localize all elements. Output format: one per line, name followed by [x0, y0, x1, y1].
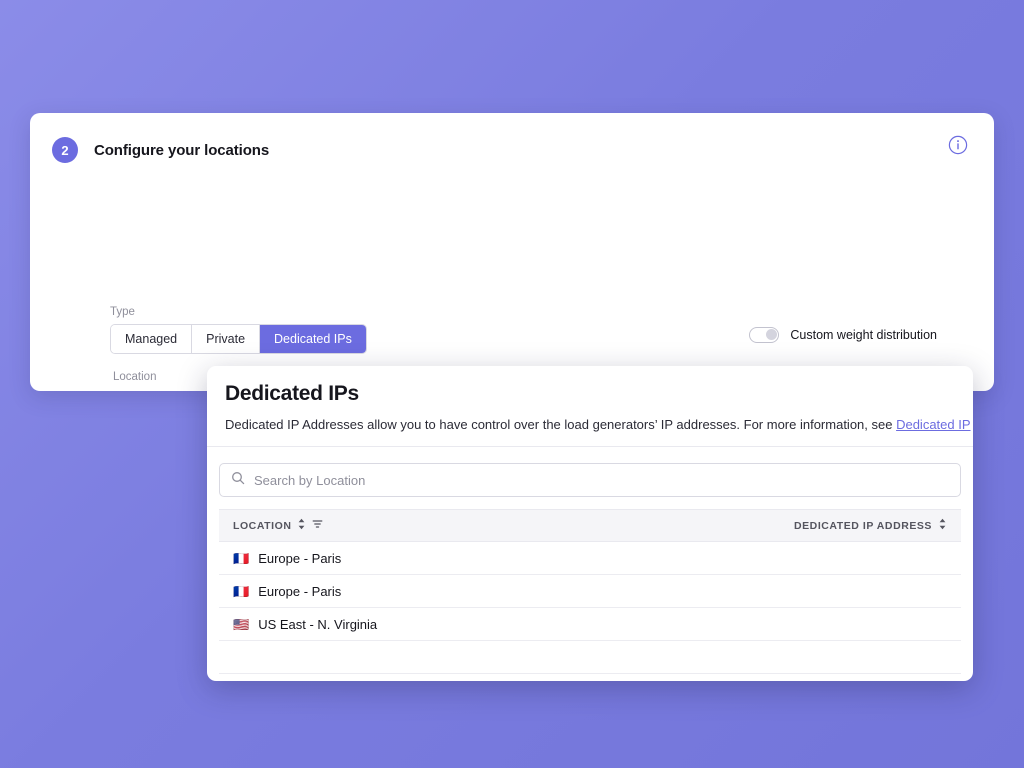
modal-header: Dedicated IPs Dedicated IP Addresses all…	[207, 366, 973, 447]
dedicated-ips-table: LOCATION DEDICATED IP ADDRESS 🇫🇷 Europe …	[219, 509, 961, 674]
sort-icon[interactable]	[297, 518, 306, 533]
switch-knob	[766, 329, 778, 340]
modal-body: Search by Location LOCATION DEDICATED IP…	[207, 447, 973, 674]
table-header-location[interactable]: LOCATION	[219, 509, 590, 542]
table-header-row: LOCATION DEDICATED IP ADDRESS	[219, 509, 961, 542]
modal-title: Dedicated IPs	[225, 382, 359, 405]
custom-weight-distribution-toggle-group: Custom weight distribution	[749, 327, 937, 343]
filter-icon[interactable]	[312, 519, 323, 533]
table-cell-empty	[590, 640, 961, 674]
table-body: 🇫🇷 Europe - Paris 🇫🇷 Europe - Paris 🇺🇸 U…	[219, 541, 961, 674]
dedicated-ip-link[interactable]: Dedicated IP	[896, 417, 970, 432]
flag-icon: 🇫🇷	[233, 583, 250, 599]
table-row[interactable]: 🇫🇷 Europe - Paris	[219, 574, 961, 608]
configure-locations-card: 2 Configure your locations Type Managed …	[30, 113, 994, 391]
table-row[interactable]: 🇫🇷 Europe - Paris	[219, 541, 961, 575]
type-option-private[interactable]: Private	[192, 325, 261, 353]
column-header-location: Location	[113, 371, 157, 383]
table-row-empty	[219, 640, 961, 674]
table-cell-location-label: US East - N. Virginia	[258, 616, 378, 632]
type-segmented-control: Managed Private Dedicated IPs	[110, 324, 367, 354]
search-placeholder: Search by Location	[254, 472, 366, 488]
table-header-dedicated-ip[interactable]: DEDICATED IP ADDRESS	[590, 509, 961, 542]
table-cell-location: 🇺🇸 US East - N. Virginia	[219, 607, 590, 641]
type-option-managed[interactable]: Managed	[111, 325, 193, 353]
table-cell-location-label: Europe - Paris	[258, 583, 342, 599]
custom-weight-distribution-label: Custom weight distribution	[790, 328, 937, 342]
table-header-location-label: LOCATION	[233, 519, 292, 532]
table-cell-ip	[590, 541, 961, 575]
modal-description: Dedicated IP Addresses allow you to have…	[207, 406, 973, 432]
table-cell-ip	[590, 574, 961, 608]
info-circle-icon[interactable]	[948, 135, 968, 155]
table-header-dedicated-ip-label: DEDICATED IP ADDRESS	[794, 519, 932, 532]
page-title: Configure your locations	[94, 141, 270, 159]
flag-icon: 🇺🇸	[233, 616, 250, 632]
custom-weight-distribution-switch[interactable]	[749, 327, 780, 343]
table-cell-empty	[219, 640, 590, 674]
sort-icon[interactable]	[938, 518, 947, 533]
type-option-dedicated-ips[interactable]: Dedicated IPs	[260, 325, 366, 353]
step-badge: 2	[52, 137, 78, 163]
table-cell-location-label: Europe - Paris	[258, 550, 342, 566]
modal-description-text: Dedicated IP Addresses allow you to have…	[225, 417, 897, 432]
search-icon	[231, 471, 245, 490]
table-cell-location: 🇫🇷 Europe - Paris	[219, 574, 590, 608]
search-input[interactable]: Search by Location	[219, 463, 961, 497]
table-head: LOCATION DEDICATED IP ADDRESS	[219, 509, 961, 542]
card-header: 2 Configure your locations	[30, 113, 994, 163]
table-cell-ip	[590, 607, 961, 641]
table-row[interactable]: 🇺🇸 US East - N. Virginia	[219, 607, 961, 641]
type-label: Type	[110, 306, 135, 318]
table-cell-location: 🇫🇷 Europe - Paris	[219, 541, 590, 575]
dedicated-ips-modal: Dedicated IPs Dedicated IP Addresses all…	[207, 366, 973, 681]
flag-icon: 🇫🇷	[233, 550, 250, 566]
type-selector-group: Type Managed Private Dedicated IPs	[110, 306, 367, 354]
